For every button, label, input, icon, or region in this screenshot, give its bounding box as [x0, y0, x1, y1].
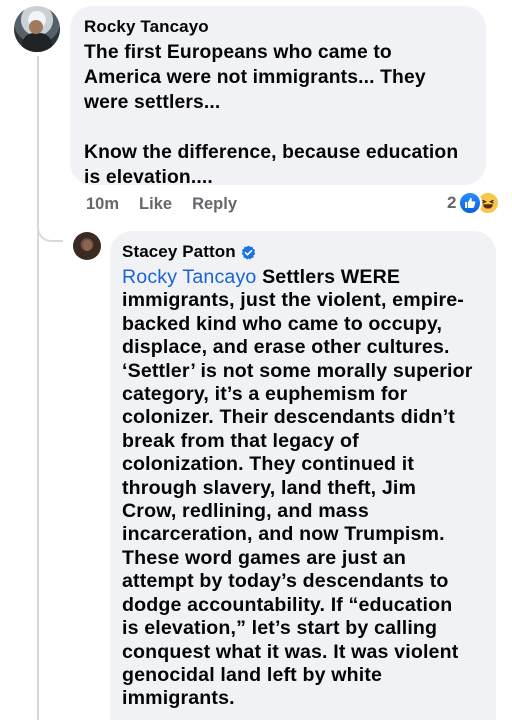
comment-bubble: Rocky Tancayo The first Europeans who ca… [70, 6, 486, 188]
reply-text: Rocky Tancayo Settlers WERE immigrants, … [122, 266, 486, 711]
comment-thread: Rocky Tancayo The first Europeans who ca… [0, 0, 512, 720]
reaction-count: 2 [447, 193, 457, 212]
avatar-figure [22, 33, 52, 52]
like-button[interactable]: Like [139, 195, 172, 214]
comment-author-name[interactable]: Rocky Tancayo [84, 16, 470, 38]
avatar-face [83, 240, 92, 251]
verified-badge-icon [241, 245, 255, 260]
avatar-stacey-patton[interactable] [73, 232, 101, 260]
thread-connector-line [37, 56, 39, 720]
reply-connector-curve [37, 214, 63, 242]
reaction-summary[interactable]: 2 [447, 190, 501, 216]
reply-bubble: Stacey Patton Rocky Tancayo Settlers WER… [110, 231, 496, 720]
mention-link[interactable]: Rocky Tancayo [122, 266, 256, 288]
comment-text: The first Europeans who came to America … [84, 42, 459, 188]
comment-timestamp[interactable]: 10m [86, 195, 119, 214]
avatar-figure-head [29, 20, 43, 34]
avatar-rocky-tancayo[interactable] [14, 6, 60, 52]
comment-actions: 10m Like Reply [86, 193, 257, 215]
reply-body: Settlers WERE immigrants, just the viole… [122, 266, 473, 710]
reply-author-row: Stacey Patton [122, 241, 256, 263]
reply-author-name[interactable]: Stacey Patton [122, 241, 236, 263]
reply-button[interactable]: Reply [192, 195, 237, 214]
